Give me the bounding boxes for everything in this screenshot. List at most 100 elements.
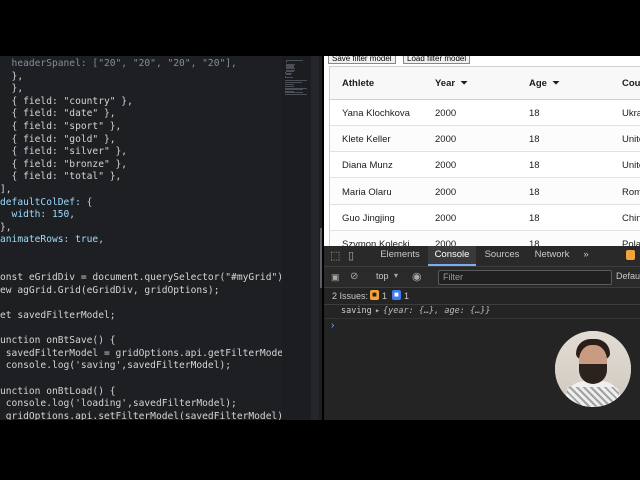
- table-row[interactable]: Diana Munz 2000 18 United States: [330, 152, 640, 179]
- sidebar-toggle-icon[interactable]: ▣: [331, 270, 340, 284]
- column-header-country[interactable]: Country: [622, 78, 640, 89]
- table-row[interactable]: Maria Olaru 2000 18 Romania: [330, 178, 640, 205]
- code-line[interactable]: headerSpanel: ["20", "20", "20", "20"],: [0, 58, 237, 70]
- clear-console-icon[interactable]: ⊘: [350, 270, 358, 284]
- table-cell[interactable]: China: [622, 213, 640, 224]
- code-line[interactable]: { field: "date" },: [0, 108, 116, 120]
- eye-icon[interactable]: ◉: [412, 270, 422, 284]
- log-label: saving: [341, 306, 372, 316]
- code-line[interactable]: },: [0, 222, 12, 234]
- minimap-line: [285, 70, 295, 72]
- table-cell[interactable]: Poland: [622, 239, 640, 246]
- console-log-entry[interactable]: saving ▸ {year: {…}, age: {…}}: [324, 304, 640, 319]
- code-line[interactable]: { field: "gold" },: [0, 134, 116, 146]
- console-filter-input[interactable]: Filter: [438, 270, 612, 285]
- warning-badge: ■: [370, 290, 379, 300]
- code-line[interactable]: savedFilterModel = gridOptions.api.getFi…: [0, 348, 301, 360]
- code-area[interactable]: headerSpanel: ["20", "20", "20", "20"], …: [0, 56, 300, 420]
- code-line[interactable]: animateRows: true,: [0, 234, 104, 246]
- table-cell[interactable]: 18: [529, 134, 540, 145]
- table-cell[interactable]: Diana Munz: [342, 160, 393, 171]
- panel-divider[interactable]: [320, 228, 322, 288]
- save-filter-model-button[interactable]: Save filter model: [328, 56, 396, 64]
- tab-console[interactable]: Console: [428, 246, 476, 266]
- tab-network[interactable]: Network: [528, 246, 576, 266]
- console-prompt[interactable]: ›: [331, 320, 334, 331]
- code-line[interactable]: unction onBtLoad() {: [0, 386, 116, 398]
- minimap-line: [285, 76, 294, 78]
- browser-page: Save filter model Load filter model Athl…: [324, 56, 640, 246]
- grid-header: Athlete Year⏷ Age⏷ Country: [330, 67, 640, 100]
- table-cell[interactable]: 2000: [435, 187, 456, 198]
- code-line[interactable]: { field: "total" },: [0, 171, 122, 183]
- code-line[interactable]: { field: "silver" },: [0, 146, 128, 158]
- warning-count: 1: [382, 291, 388, 301]
- table-cell[interactable]: Romania: [622, 187, 640, 198]
- tab-sources[interactable]: Sources: [480, 246, 524, 266]
- minimap-line: [285, 93, 307, 95]
- filter-icon[interactable]: ⏷: [460, 78, 468, 89]
- table-cell[interactable]: Ukraine: [622, 108, 640, 119]
- column-header-year[interactable]: Year ⏷: [435, 78, 468, 89]
- code-line[interactable]: { field: "bronze" },: [0, 159, 128, 171]
- code-line[interactable]: width: 150,: [0, 209, 76, 221]
- issues-bar[interactable]: 2 Issues: ■ 1 ■ 1: [324, 288, 640, 305]
- column-header-athlete[interactable]: Athlete: [342, 78, 374, 89]
- table-cell[interactable]: Maria Olaru: [342, 187, 392, 198]
- table-cell[interactable]: 2000: [435, 108, 456, 119]
- code-line[interactable]: console.log('saving',savedFilterModel);: [0, 360, 231, 372]
- table-cell[interactable]: Yana Klochkova: [342, 108, 410, 119]
- more-tabs-button[interactable]: »: [579, 246, 593, 266]
- table-row[interactable]: Guo Jingjing 2000 18 China: [330, 205, 640, 231]
- editor-scrollbar[interactable]: [311, 56, 319, 420]
- table-cell[interactable]: Guo Jingjing: [342, 213, 395, 224]
- table-cell[interactable]: 18: [529, 187, 540, 198]
- code-line[interactable]: gridOptions.api.setFilterModel(savedFilt…: [0, 411, 283, 420]
- code-line[interactable]: { field: "sport" },: [0, 121, 122, 133]
- table-cell[interactable]: 2000: [435, 239, 456, 246]
- code-line[interactable]: onst eGridDiv = document.querySelector("…: [0, 272, 289, 284]
- table-row[interactable]: Szymon Kolecki 2000 18 Poland: [330, 231, 640, 246]
- code-line[interactable]: defaultColDef: {: [0, 197, 92, 209]
- info-count: 1: [404, 291, 410, 301]
- code-editor[interactable]: headerSpanel: ["20", "20", "20", "20"], …: [0, 56, 322, 420]
- minimap-line: [285, 84, 294, 85]
- inspect-element-icon[interactable]: ⬚: [330, 249, 340, 263]
- table-cell[interactable]: 18: [529, 160, 540, 171]
- code-line[interactable]: },: [0, 83, 24, 95]
- code-line[interactable]: ew agGrid.Grid(eGridDiv, gridOptions);: [0, 285, 220, 297]
- issues-label: 2 Issues:: [332, 291, 369, 301]
- log-object[interactable]: {year: {…}, age: {…}}: [383, 306, 490, 316]
- table-cell[interactable]: 18: [529, 213, 540, 224]
- code-line[interactable]: { field: "country" },: [0, 96, 133, 108]
- code-line[interactable]: ],: [0, 184, 12, 196]
- code-line[interactable]: console.log('loading',savedFilterModel);: [0, 398, 237, 410]
- code-line[interactable]: unction onBtSave() {: [0, 335, 116, 347]
- table-cell[interactable]: 18: [529, 239, 540, 246]
- table-cell[interactable]: 2000: [435, 160, 456, 171]
- table-row[interactable]: Klete Keller 2000 18 United States: [330, 126, 640, 153]
- code-line[interactable]: et savedFilterModel;: [0, 310, 116, 322]
- device-toolbar-icon[interactable]: ▯: [348, 249, 354, 263]
- tab-elements[interactable]: Elements: [374, 246, 426, 266]
- column-header-age[interactable]: Age ⏷: [529, 78, 560, 89]
- context-selector[interactable]: top: [376, 271, 389, 281]
- log-levels-dropdown[interactable]: Default levels: [616, 271, 640, 281]
- data-grid: Athlete Year⏷ Age⏷ Country Yana Klochkov…: [329, 66, 640, 246]
- table-cell[interactable]: 2000: [435, 134, 456, 145]
- minimap-line: [285, 88, 303, 90]
- dropdown-arrow-icon[interactable]: ▾: [394, 271, 398, 280]
- table-row[interactable]: Yana Klochkova 2000 18 Ukraine: [330, 100, 640, 126]
- table-cell[interactable]: United States: [622, 160, 640, 171]
- table-cell[interactable]: 18: [529, 108, 540, 119]
- filter-icon[interactable]: ⏷: [552, 78, 560, 89]
- load-filter-model-button[interactable]: Load filter model: [403, 56, 471, 64]
- expand-arrow-icon[interactable]: ▸: [375, 306, 380, 316]
- table-cell[interactable]: 2000: [435, 213, 456, 224]
- code-line[interactable]: },: [0, 71, 24, 83]
- table-cell[interactable]: United States: [622, 134, 640, 145]
- minimap[interactable]: [282, 56, 310, 420]
- table-cell[interactable]: Szymon Kolecki: [342, 239, 410, 246]
- table-cell[interactable]: Klete Keller: [342, 134, 391, 145]
- warning-icon[interactable]: [626, 250, 635, 260]
